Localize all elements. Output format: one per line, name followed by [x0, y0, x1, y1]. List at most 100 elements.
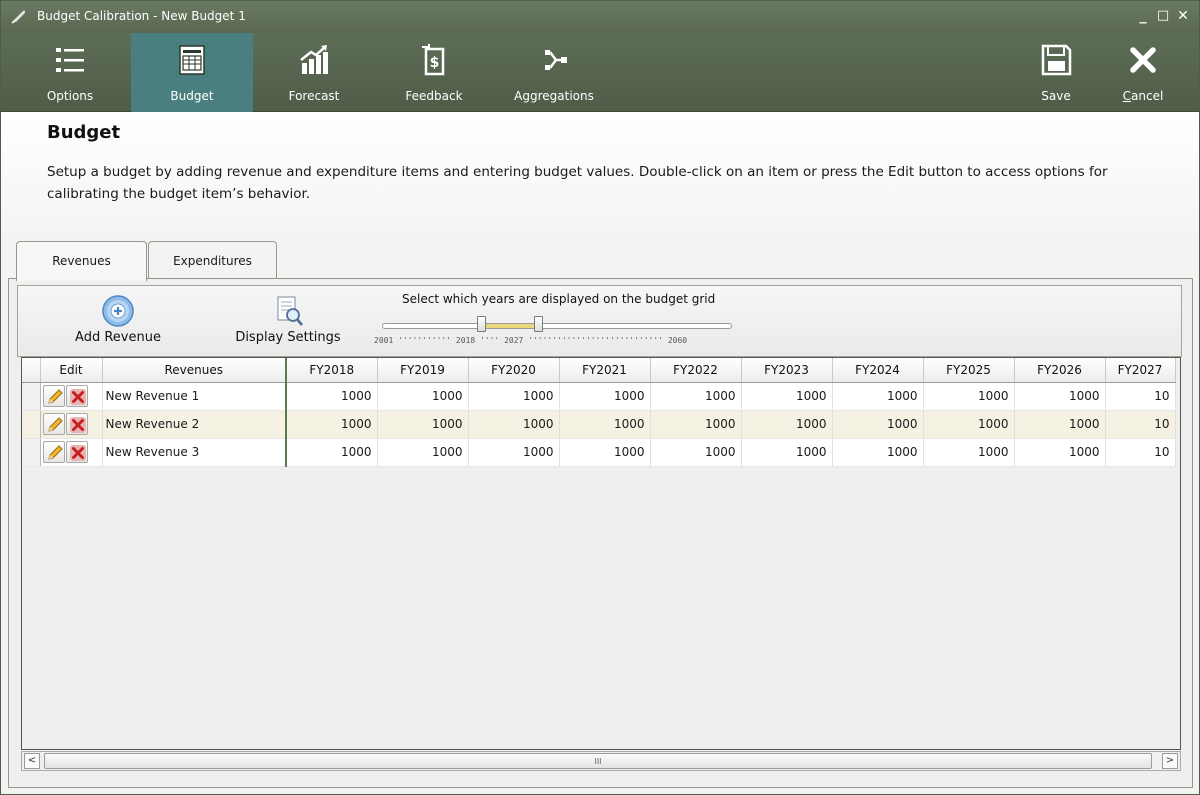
value-cell[interactable]: 1000 — [468, 382, 560, 411]
value-cell[interactable]: 1000 — [650, 410, 742, 439]
value-cell[interactable]: 10 — [1105, 438, 1176, 467]
column-header-year[interactable]: FY2027 — [1105, 358, 1176, 383]
title-bar: Budget Calibration - New Budget 1 _ □ ✕ — [1, 1, 1199, 33]
column-header-year[interactable]: FY2024 — [832, 358, 924, 383]
value-cell[interactable]: 1000 — [832, 382, 924, 411]
minimize-button[interactable]: _ — [1133, 6, 1153, 26]
chart-up-icon — [300, 45, 328, 74]
value-cell[interactable]: 1000 — [741, 410, 833, 439]
ribbon-aggregations-button[interactable]: Aggregations — [493, 33, 615, 112]
svg-text:$: $ — [430, 55, 440, 71]
value-cell[interactable]: 1000 — [923, 438, 1015, 467]
value-cell[interactable]: 1000 — [741, 438, 833, 467]
ribbon-options-label: Options — [46, 89, 94, 103]
delete-x-icon — [69, 417, 86, 433]
add-revenue-button[interactable]: Add Revenue — [58, 286, 178, 356]
scroll-right-button[interactable]: > — [1162, 753, 1178, 769]
value-cell[interactable]: 10 — [1105, 382, 1176, 411]
scroll-left-button[interactable]: < — [24, 753, 40, 769]
column-header-year[interactable]: FY2022 — [650, 358, 742, 383]
value-cell[interactable]: 1000 — [377, 438, 469, 467]
display-settings-button[interactable]: Display Settings — [228, 286, 348, 356]
value-cell[interactable]: 1000 — [832, 438, 924, 467]
column-header-year[interactable]: FY2023 — [741, 358, 833, 383]
value-cell[interactable]: 1000 — [741, 382, 833, 411]
row-selector[interactable] — [22, 410, 41, 439]
value-cell[interactable]: 1000 — [559, 382, 651, 411]
table-row[interactable]: New Revenue 1 1000 1000 1000 1000 1000 1… — [22, 382, 1176, 411]
value-cell[interactable]: 1000 — [468, 410, 560, 439]
cancel-label: Cancel — [1088, 89, 1198, 103]
row-selector[interactable] — [22, 382, 41, 411]
column-header-year[interactable]: FY2021 — [559, 358, 651, 383]
revenue-name-cell[interactable]: New Revenue 1 — [102, 382, 287, 411]
delete-item-button[interactable] — [65, 385, 88, 407]
ribbon-forecast-label: Forecast — [288, 89, 340, 103]
delete-item-button[interactable] — [65, 413, 88, 435]
ribbon-budget-label: Budget — [170, 89, 214, 103]
add-circle-icon — [102, 295, 134, 327]
maximize-button[interactable]: □ — [1153, 6, 1173, 26]
value-cell[interactable]: 1000 — [650, 438, 742, 467]
value-cell[interactable]: 1000 — [923, 382, 1015, 411]
slider-end-thumb[interactable] — [534, 316, 543, 332]
budget-table: Edit Revenues FY2018 FY2019 FY2020 FY202… — [22, 358, 1176, 467]
floppy-disk-icon — [1041, 44, 1072, 76]
row-selector[interactable] — [22, 438, 41, 467]
table-row[interactable]: New Revenue 3 1000 1000 1000 1000 1000 1… — [22, 438, 1176, 467]
page-title: Budget — [47, 122, 121, 143]
slider-start-thumb[interactable] — [477, 316, 486, 332]
quill-icon — [11, 10, 25, 24]
horizontal-scrollbar[interactable]: < III > — [21, 751, 1181, 771]
column-header-year[interactable]: FY2025 — [923, 358, 1015, 383]
column-header-edit[interactable]: Edit — [40, 358, 103, 383]
budget-grid: Edit Revenues FY2018 FY2019 FY2020 FY202… — [21, 357, 1181, 750]
slider-to-label: 2027 — [504, 336, 524, 345]
revenue-name-cell[interactable]: New Revenue 2 — [102, 410, 287, 439]
page-description: Setup a budget by adding revenue and exp… — [47, 164, 1108, 202]
table-row[interactable]: New Revenue 2 1000 1000 1000 1000 1000 1… — [22, 410, 1176, 439]
edit-item-button[interactable] — [42, 385, 65, 407]
column-header-year[interactable]: FY2020 — [468, 358, 560, 383]
revenue-name-cell[interactable]: New Revenue 3 — [102, 438, 287, 467]
value-cell[interactable]: 1000 — [832, 410, 924, 439]
delete-x-icon — [69, 389, 86, 405]
close-window-button[interactable]: ✕ — [1173, 6, 1193, 26]
column-header-year[interactable]: FY2019 — [377, 358, 469, 383]
delete-item-button[interactable] — [65, 441, 88, 463]
column-header-year[interactable]: FY2018 — [286, 358, 378, 383]
scroll-thumb[interactable]: III — [44, 753, 1152, 769]
cancel-button[interactable]: Cancel — [1088, 33, 1198, 112]
ribbon-budget-button[interactable]: Budget — [131, 33, 253, 112]
ribbon-forecast-button[interactable]: Forecast — [253, 33, 375, 112]
value-cell[interactable]: 1000 — [923, 410, 1015, 439]
edit-item-button[interactable] — [42, 441, 65, 463]
column-header-year[interactable]: FY2026 — [1014, 358, 1106, 383]
slider-scale: 2001 ''''''''''' 2018 '''' 2027 ''''''''… — [374, 336, 688, 345]
edit-item-button[interactable] — [42, 413, 65, 435]
slider-min-label: 2001 — [374, 336, 394, 345]
ribbon-options-button[interactable]: Options — [9, 33, 131, 112]
value-cell[interactable]: 1000 — [468, 438, 560, 467]
value-cell[interactable]: 1000 — [1014, 438, 1106, 467]
column-header-revenues[interactable]: Revenues — [102, 358, 287, 383]
tab-revenues[interactable]: Revenues — [16, 241, 147, 281]
pencil-icon — [47, 389, 63, 404]
value-cell[interactable]: 1000 — [1014, 410, 1106, 439]
value-cell[interactable]: 10 — [1105, 410, 1176, 439]
value-cell[interactable]: 1000 — [650, 382, 742, 411]
value-cell[interactable]: 1000 — [286, 382, 378, 411]
year-range-slider[interactable]: 2001 ''''''''''' 2018 '''' 2027 ''''''''… — [374, 312, 732, 348]
tab-expenditures[interactable]: Expenditures — [148, 241, 277, 279]
value-cell[interactable]: 1000 — [377, 382, 469, 411]
value-cell[interactable]: 1000 — [377, 410, 469, 439]
year-slider-title: Select which years are displayed on the … — [402, 292, 716, 306]
value-cell[interactable]: 1000 — [286, 410, 378, 439]
slider-max-label: 2060 — [667, 336, 688, 345]
value-cell[interactable]: 1000 — [559, 438, 651, 467]
pencil-icon — [47, 445, 63, 460]
value-cell[interactable]: 1000 — [559, 410, 651, 439]
value-cell[interactable]: 1000 — [1014, 382, 1106, 411]
ribbon-feedback-button[interactable]: $ Feedback — [373, 33, 495, 112]
value-cell[interactable]: 1000 — [286, 438, 378, 467]
